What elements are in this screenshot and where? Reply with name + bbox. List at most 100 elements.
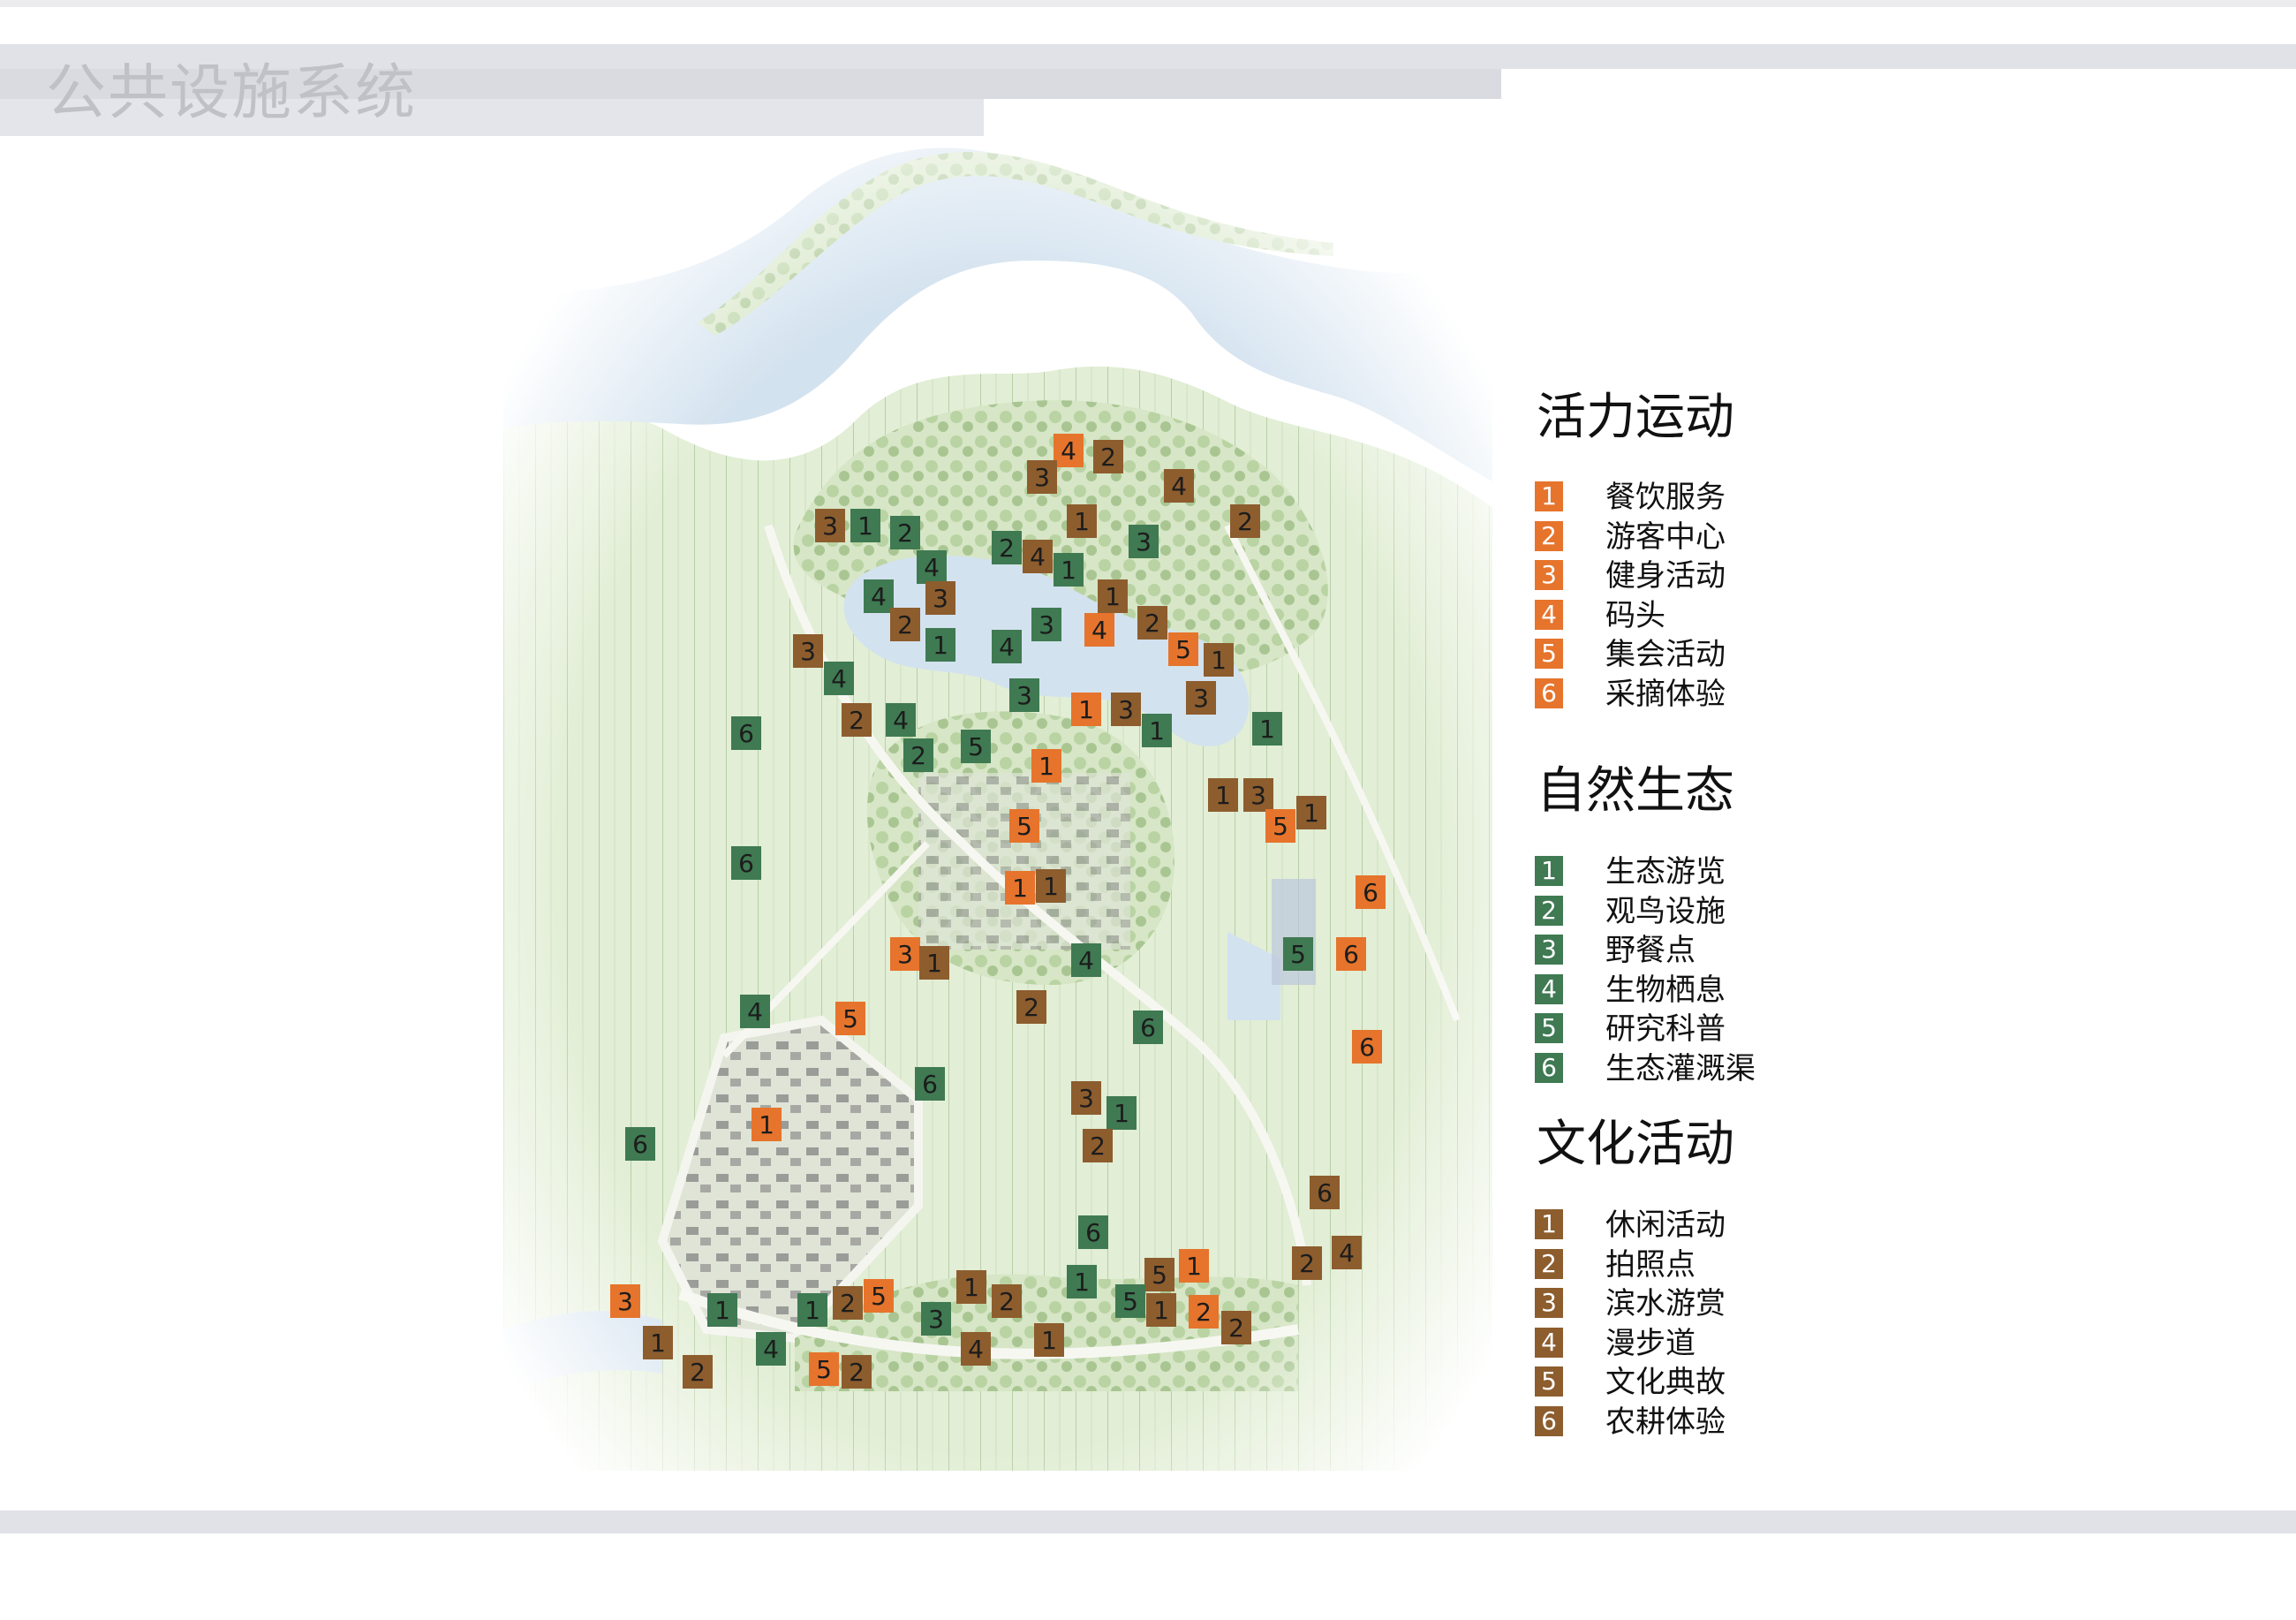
facility-marker-culture-2: 2 (1292, 1246, 1322, 1280)
marker-number: 1 (1114, 1099, 1129, 1128)
marker-number: 3 (1118, 695, 1134, 724)
marker-number: 3 (933, 584, 948, 613)
legend-swatch: 5 (1535, 1013, 1563, 1043)
marker-number: 5 (1122, 1287, 1138, 1316)
facility-marker-culture-1: 1 (1204, 643, 1234, 677)
marker-number: 4 (1171, 472, 1187, 501)
facility-marker-activity-5: 5 (1009, 809, 1039, 843)
marker-number: 6 (922, 1070, 938, 1099)
marker-number: 5 (1016, 812, 1032, 841)
marker-number: 2 (1144, 609, 1160, 638)
facility-marker-ecology-1: 1 (1106, 1096, 1137, 1130)
marker-number: 1 (857, 511, 873, 541)
facility-marker-ecology-2: 2 (890, 516, 920, 549)
marker-number: 2 (1196, 1298, 1212, 1327)
legend-label: 农耕体验 (1605, 1404, 1726, 1440)
facility-marker-activity-5: 5 (835, 1002, 865, 1035)
marker-number: 4 (831, 664, 847, 693)
facility-marker-ecology-2: 2 (903, 738, 933, 772)
marker-number: 5 (1152, 1260, 1167, 1290)
marker-number: 4 (1091, 616, 1107, 645)
marker-number: 6 (1140, 1013, 1156, 1042)
marker-number: 6 (1085, 1218, 1101, 1247)
facility-marker-ecology-1: 1 (707, 1293, 737, 1327)
facility-marker-ecology-5: 5 (961, 730, 991, 763)
facility-marker-culture-2: 2 (890, 608, 920, 641)
facility-marker-activity-3: 3 (610, 1284, 640, 1318)
marker-number: 1 (714, 1296, 730, 1325)
marker-number: 6 (1363, 878, 1378, 907)
legend-label: 生物栖息 (1605, 972, 1726, 1008)
marker-number: 4 (1030, 542, 1046, 572)
legend-label: 野餐点 (1605, 933, 1696, 968)
facility-marker-culture-3: 3 (815, 509, 845, 542)
marker-number: 1 (1215, 781, 1231, 810)
facility-marker-ecology-3: 3 (921, 1302, 951, 1336)
marker-number: 3 (897, 940, 913, 969)
legend-label: 拍照点 (1605, 1246, 1696, 1283)
legend-label: 生态灌溉渠 (1605, 1050, 1756, 1086)
marker-number: 1 (1074, 1268, 1090, 1297)
marker-number: 2 (690, 1358, 706, 1387)
facility-marker-activity-6: 6 (1352, 1030, 1382, 1064)
map-vignette (503, 137, 1492, 1471)
marker-number: 6 (1359, 1033, 1375, 1062)
marker-number: 3 (1078, 1084, 1094, 1113)
facility-marker-culture-1: 1 (643, 1326, 673, 1359)
facility-marker-ecology-3: 3 (1009, 678, 1039, 712)
facility-marker-culture-4: 4 (1332, 1236, 1362, 1269)
marker-number: 5 (1290, 940, 1306, 969)
facility-marker-culture-1: 1 (1296, 796, 1326, 829)
marker-number: 3 (1034, 463, 1050, 492)
legend-swatch: 2 (1535, 1248, 1563, 1279)
marker-number: 2 (999, 534, 1015, 563)
legend-label: 漫步道 (1605, 1325, 1696, 1361)
facility-marker-culture-3: 3 (1111, 693, 1141, 726)
legend-swatch: 4 (1535, 1327, 1563, 1358)
footer-band (0, 1510, 2296, 1533)
marker-number: 5 (968, 732, 984, 761)
facility-marker-activity-2: 2 (1189, 1295, 1219, 1329)
legend-swatch: 2 (1535, 895, 1563, 926)
legend-swatch: 3 (1535, 560, 1563, 590)
legend-swatch: 6 (1535, 1405, 1563, 1436)
marker-number: 2 (897, 519, 913, 548)
legend-swatch: 5 (1535, 1366, 1563, 1397)
site-plan-map: 4234231214241343122143451343313242561111… (503, 137, 1492, 1471)
facility-marker-culture-4: 4 (1164, 469, 1194, 503)
facility-marker-culture-3: 3 (1071, 1081, 1101, 1115)
facility-marker-ecology-1: 1 (797, 1293, 827, 1327)
facility-marker-culture-1: 1 (1208, 778, 1238, 812)
legend-label: 采摘体验 (1605, 676, 1726, 712)
facility-marker-ecology-4: 4 (886, 703, 916, 737)
marker-number: 2 (849, 1358, 865, 1387)
facility-marker-culture-2: 2 (842, 1355, 872, 1389)
facility-marker-ecology-6: 6 (731, 716, 761, 750)
facility-marker-culture-3: 3 (1027, 460, 1057, 494)
marker-number: 1 (1043, 872, 1059, 901)
legend-swatch: 1 (1535, 1209, 1563, 1239)
marker-number: 3 (822, 511, 838, 541)
map-canvas: 4 23 423 1 2 142 4 134 3 12 21 43 45 13433 1 32 42 56 1 111… (503, 137, 1492, 1471)
marker-number: 1 (1012, 874, 1028, 903)
legend-swatch: 3 (1535, 1288, 1563, 1318)
legend-swatch: 4 (1535, 973, 1563, 1004)
marker-number: 2 (1299, 1249, 1315, 1278)
facility-marker-ecology-4: 4 (917, 550, 947, 584)
top-border-strip (0, 0, 2296, 7)
marker-number: 3 (1136, 527, 1152, 556)
facility-marker-culture-2: 2 (842, 703, 872, 737)
marker-number: 6 (1317, 1178, 1333, 1207)
facility-marker-activity-5: 5 (864, 1279, 894, 1313)
legend-swatch: 6 (1535, 678, 1563, 708)
facility-marker-culture-2: 2 (833, 1286, 863, 1320)
legend-heading-culture: 文化活动 (1537, 1116, 1734, 1173)
marker-number: 3 (1250, 781, 1266, 810)
facility-marker-activity-1: 1 (1005, 871, 1035, 905)
facility-marker-activity-1: 1 (1071, 693, 1101, 726)
marker-number: 2 (1090, 1132, 1106, 1161)
marker-number: 5 (1273, 812, 1288, 841)
legend-heading-ecology: 自然生态 (1537, 762, 1734, 820)
marker-number: 1 (926, 949, 942, 978)
legend-swatch: 5 (1535, 639, 1563, 669)
